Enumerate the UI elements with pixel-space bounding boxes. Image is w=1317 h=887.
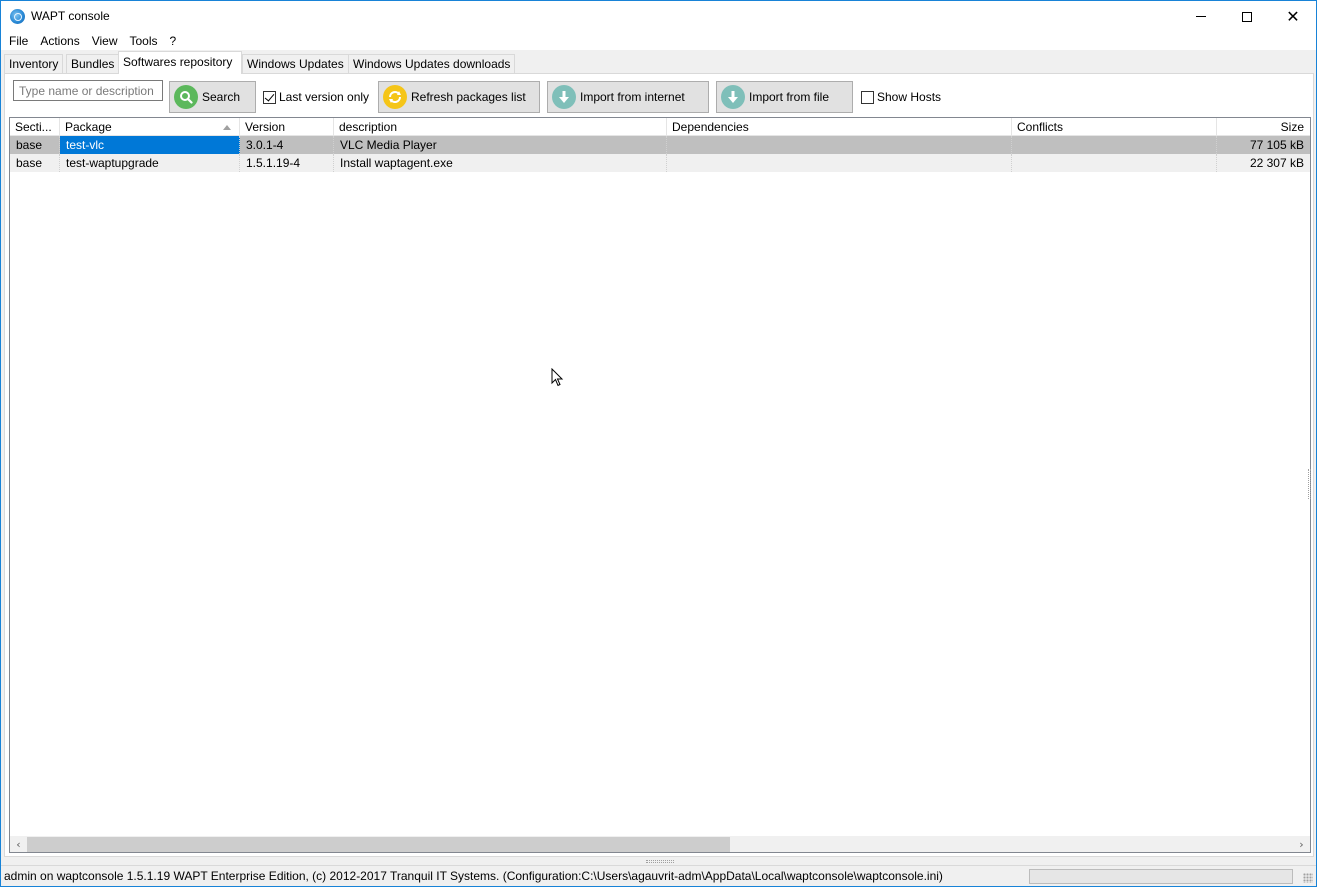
refresh-packages-button[interactable]: Refresh packages list — [378, 81, 540, 113]
download-arrow-icon — [552, 85, 576, 109]
import-from-file-button[interactable]: Import from file — [716, 81, 853, 113]
softwares-repository-page: Search Last version only Refresh package… — [4, 73, 1314, 857]
column-header-section[interactable]: Secti... — [10, 118, 60, 136]
show-hosts-checkbox[interactable]: Show Hosts — [861, 90, 941, 104]
cell-version: 3.0.1-4 — [240, 136, 334, 154]
last-version-only-label: Last version only — [279, 90, 370, 104]
horizontal-scrollbar[interactable]: ‹ › — [10, 836, 1310, 852]
checkbox-unchecked-icon — [861, 90, 874, 104]
cell-dependencies — [667, 136, 1012, 154]
download-arrow-icon — [721, 85, 745, 109]
import-from-internet-label: Import from internet — [580, 90, 685, 104]
column-header-package[interactable]: Package — [60, 118, 240, 136]
column-header-package-label: Package — [65, 120, 112, 134]
scrollbar-thumb[interactable] — [27, 837, 730, 852]
tab-bundles[interactable]: Bundles — [66, 54, 120, 74]
status-bar: admin on waptconsole 1.5.1.19 WAPT Enter… — [1, 865, 1316, 886]
horizontal-splitter-handle[interactable] — [646, 860, 674, 863]
tab-windows-updates[interactable]: Windows Updates — [242, 54, 349, 74]
refresh-packages-label: Refresh packages list — [411, 90, 526, 104]
cell-conflicts — [1012, 136, 1217, 154]
search-input[interactable] — [13, 80, 163, 101]
tab-softwares-repository[interactable]: Softwares repository — [118, 51, 242, 74]
column-header-description[interactable]: description — [334, 118, 667, 136]
column-header-dependencies[interactable]: Dependencies — [667, 118, 1012, 136]
sort-ascending-icon — [223, 125, 231, 130]
cell-version: 1.5.1.19-4 — [240, 154, 334, 172]
menu-help[interactable]: ? — [164, 32, 183, 50]
menu-actions[interactable]: Actions — [34, 32, 85, 50]
status-progress-bar — [1029, 869, 1293, 884]
cell-section: base — [10, 136, 60, 154]
app-window: WAPT console ✕ File Actions View Tools ?… — [0, 0, 1317, 887]
menu-file[interactable]: File — [3, 32, 34, 50]
grid-header: Secti... Package Version description Dep… — [10, 118, 1310, 136]
minimize-icon — [1196, 16, 1206, 17]
cell-description: Install waptagent.exe — [334, 154, 667, 172]
import-from-internet-button[interactable]: Import from internet — [547, 81, 709, 113]
column-header-conflicts[interactable]: Conflicts — [1012, 118, 1217, 136]
search-button[interactable]: Search — [169, 81, 256, 113]
cell-package[interactable]: test-vlc — [60, 136, 240, 154]
window-title: WAPT console — [31, 9, 110, 23]
tab-inventory[interactable]: Inventory — [4, 54, 64, 74]
wapt-globe-icon — [10, 9, 25, 24]
cell-dependencies — [667, 154, 1012, 172]
status-text: admin on waptconsole 1.5.1.19 WAPT Enter… — [4, 869, 943, 883]
column-header-size[interactable]: Size — [1217, 118, 1308, 136]
tab-windows-updates-downloads[interactable]: Windows Updates downloads — [348, 54, 516, 74]
magnifier-icon — [174, 85, 198, 109]
minimize-button[interactable] — [1178, 1, 1224, 32]
cell-conflicts — [1012, 154, 1217, 172]
menu-tools[interactable]: Tools — [124, 32, 164, 50]
packages-grid[interactable]: Secti... Package Version description Dep… — [9, 117, 1311, 853]
title-bar[interactable]: WAPT console ✕ — [1, 1, 1316, 32]
cell-description: VLC Media Player — [334, 136, 667, 154]
cell-size: 22 307 kB — [1249, 156, 1304, 170]
table-row[interactable]: base test-vlc 3.0.1-4 VLC Media Player 7… — [10, 136, 1310, 154]
resize-grip-icon[interactable] — [1303, 873, 1313, 883]
maximize-icon — [1242, 11, 1252, 22]
menu-bar: File Actions View Tools ? — [1, 32, 1316, 50]
import-from-file-label: Import from file — [749, 90, 830, 104]
mouse-cursor-icon — [551, 368, 564, 387]
scroll-right-arrow-icon[interactable]: › — [1293, 836, 1310, 852]
last-version-only-checkbox[interactable]: Last version only — [263, 90, 369, 104]
tab-strip: Inventory Bundles Softwares repository W… — [1, 50, 1316, 74]
cell-size: 77 105 kB — [1249, 138, 1304, 152]
vertical-splitter-handle[interactable] — [1308, 469, 1311, 499]
refresh-icon — [383, 85, 407, 109]
search-button-label: Search — [202, 90, 241, 104]
scroll-left-arrow-icon[interactable]: ‹ — [10, 836, 27, 852]
cell-section: base — [10, 154, 60, 172]
checkbox-checked-icon — [263, 90, 276, 104]
show-hosts-label: Show Hosts — [877, 90, 942, 104]
maximize-button[interactable] — [1224, 1, 1270, 32]
menu-view[interactable]: View — [86, 32, 124, 50]
table-row[interactable]: base test-waptupgrade 1.5.1.19-4 Install… — [10, 154, 1310, 172]
column-header-version[interactable]: Version — [240, 118, 334, 136]
close-icon: ✕ — [1286, 6, 1300, 26]
cell-package: test-waptupgrade — [60, 154, 240, 172]
close-button[interactable]: ✕ — [1270, 1, 1316, 32]
